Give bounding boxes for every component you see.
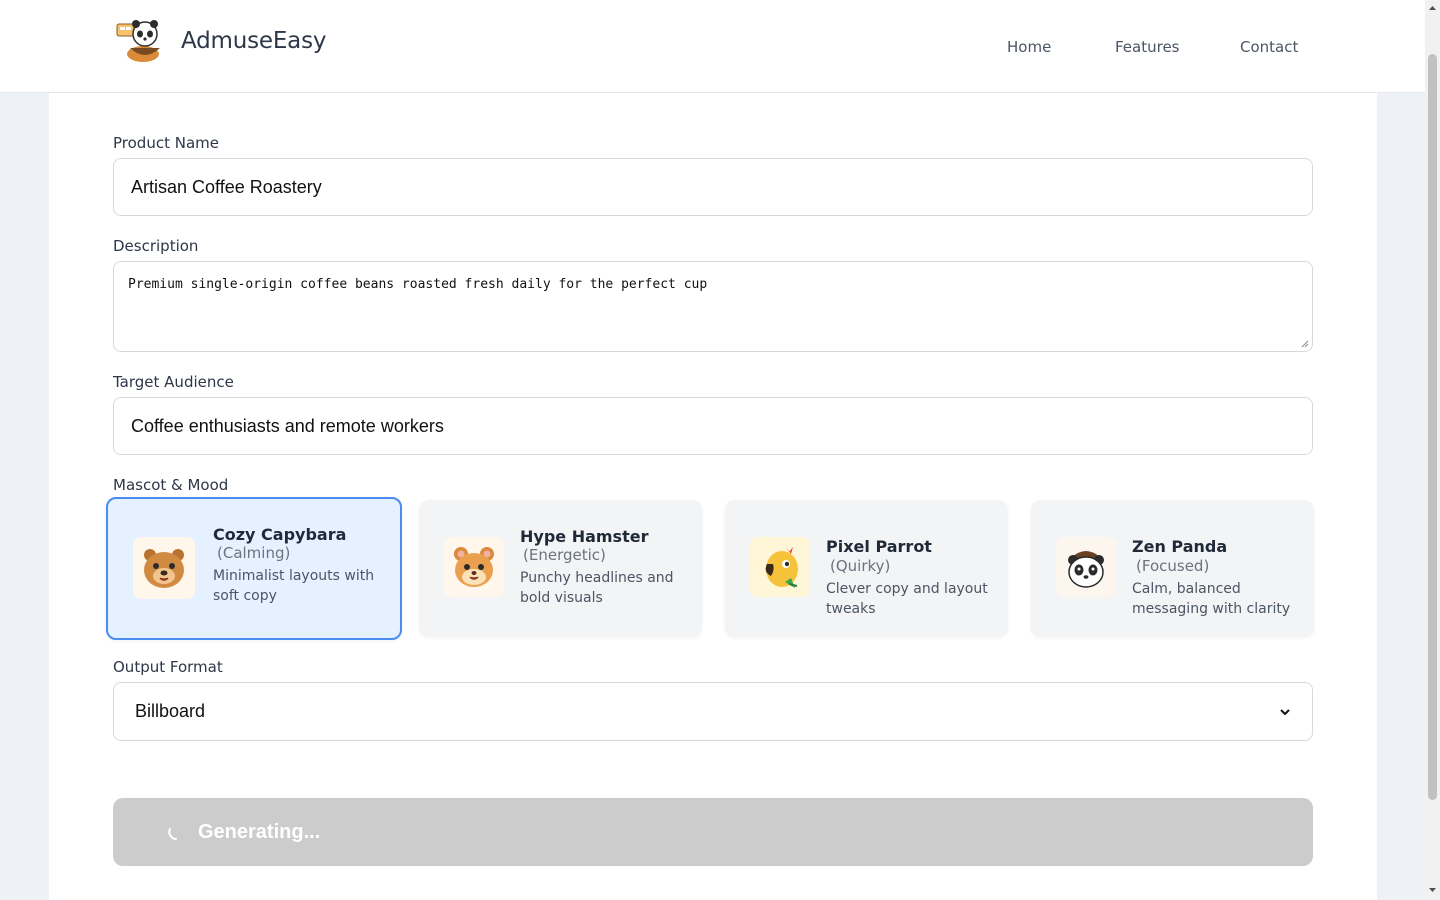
mascot-name: Pixel Parrot [826,537,932,556]
product-name-value: Artisan Coffee Roastery [131,176,322,197]
brand[interactable]: AdmuseEasy [116,18,326,64]
brand-name: AdmuseEasy [181,28,327,54]
product-name-input[interactable]: Artisan Coffee Roastery [113,158,1313,216]
mascot-label: Mascot & Mood [113,476,229,494]
mascot-card-capybara[interactable]: Cozy Capybara (Calming) Minimalist layou… [106,497,402,640]
mascot-card-text: Cozy Capybara (Calming) Minimalist layou… [213,525,386,606]
capybara-icon [133,537,195,599]
generate-button-label: Generating... [198,820,321,843]
mascot-mood: (Focused) [1136,557,1210,575]
output-format-label: Output Format [113,658,223,676]
mascot-card-parrot[interactable]: Pixel Parrot (Quirky) Clever copy and la… [725,500,1008,637]
product-name-label: Product Name [113,134,219,152]
mascot-title-row: Zen Panda (Focused) [1132,537,1300,575]
mascot-mood: (Quirky) [830,557,891,575]
parrot-icon [750,537,810,597]
loading-spinner-icon [168,828,177,840]
scroll-up-arrow-icon[interactable] [1428,4,1437,12]
site-header: AdmuseEasy Home Features Contact [0,0,1425,93]
page-scrollbar[interactable] [1425,0,1440,900]
mascot-card-text: Hype Hamster (Energetic) Punchy headline… [520,527,688,608]
target-audience-label: Target Audience [113,373,234,391]
target-audience-value: Coffee enthusiasts and remote workers [131,415,444,436]
mascot-mood: (Calming) [217,544,291,562]
mascot-desc: Minimalist layouts with soft copy [213,568,375,604]
output-format-value: Billboard [135,701,206,721]
mascot-mood: (Energetic) [523,546,606,564]
panda-icon [1056,537,1116,597]
hamster-icon [444,537,504,597]
resize-handle-icon[interactable] [1301,340,1309,348]
mascot-card-hamster[interactable]: Hype Hamster (Energetic) Punchy headline… [419,500,702,637]
description-label: Description [113,237,199,255]
chevron-down-icon [1280,708,1290,715]
scroll-down-arrow-icon[interactable] [1428,886,1437,894]
generate-button[interactable]: Generating... [113,798,1313,866]
mascot-name: Cozy Capybara [213,525,347,544]
panda-mascot-logo-icon [116,20,160,62]
mascot-name: Zen Panda [1132,537,1228,556]
mascot-name: Hype Hamster [520,527,649,546]
description-value: Premium single-origin coffee beans roast… [128,277,708,292]
nav-features[interactable]: Features [1115,38,1180,56]
nav-contact[interactable]: Contact [1240,38,1298,56]
output-format-select[interactable]: Billboard [113,682,1313,741]
mascot-desc: Clever copy and layout tweaks [826,581,988,617]
mascot-card-panda[interactable]: Zen Panda (Focused) Calm, balanced messa… [1031,500,1314,637]
mascot-desc: Calm, balanced messaging with clarity [1132,581,1291,617]
scrollbar-thumb[interactable] [1428,54,1437,800]
mascot-card-text: Zen Panda (Focused) Calm, balanced messa… [1132,537,1300,619]
nav-home[interactable]: Home [1007,38,1051,56]
description-textarea[interactable]: Premium single-origin coffee beans roast… [113,261,1313,352]
target-audience-input[interactable]: Coffee enthusiasts and remote workers [113,397,1313,455]
mascot-desc: Punchy headlines and bold visuals [520,570,674,606]
mascot-card-text: Pixel Parrot (Quirky) Clever copy and la… [826,537,994,619]
mascot-title-row: Pixel Parrot (Quirky) [826,537,994,575]
